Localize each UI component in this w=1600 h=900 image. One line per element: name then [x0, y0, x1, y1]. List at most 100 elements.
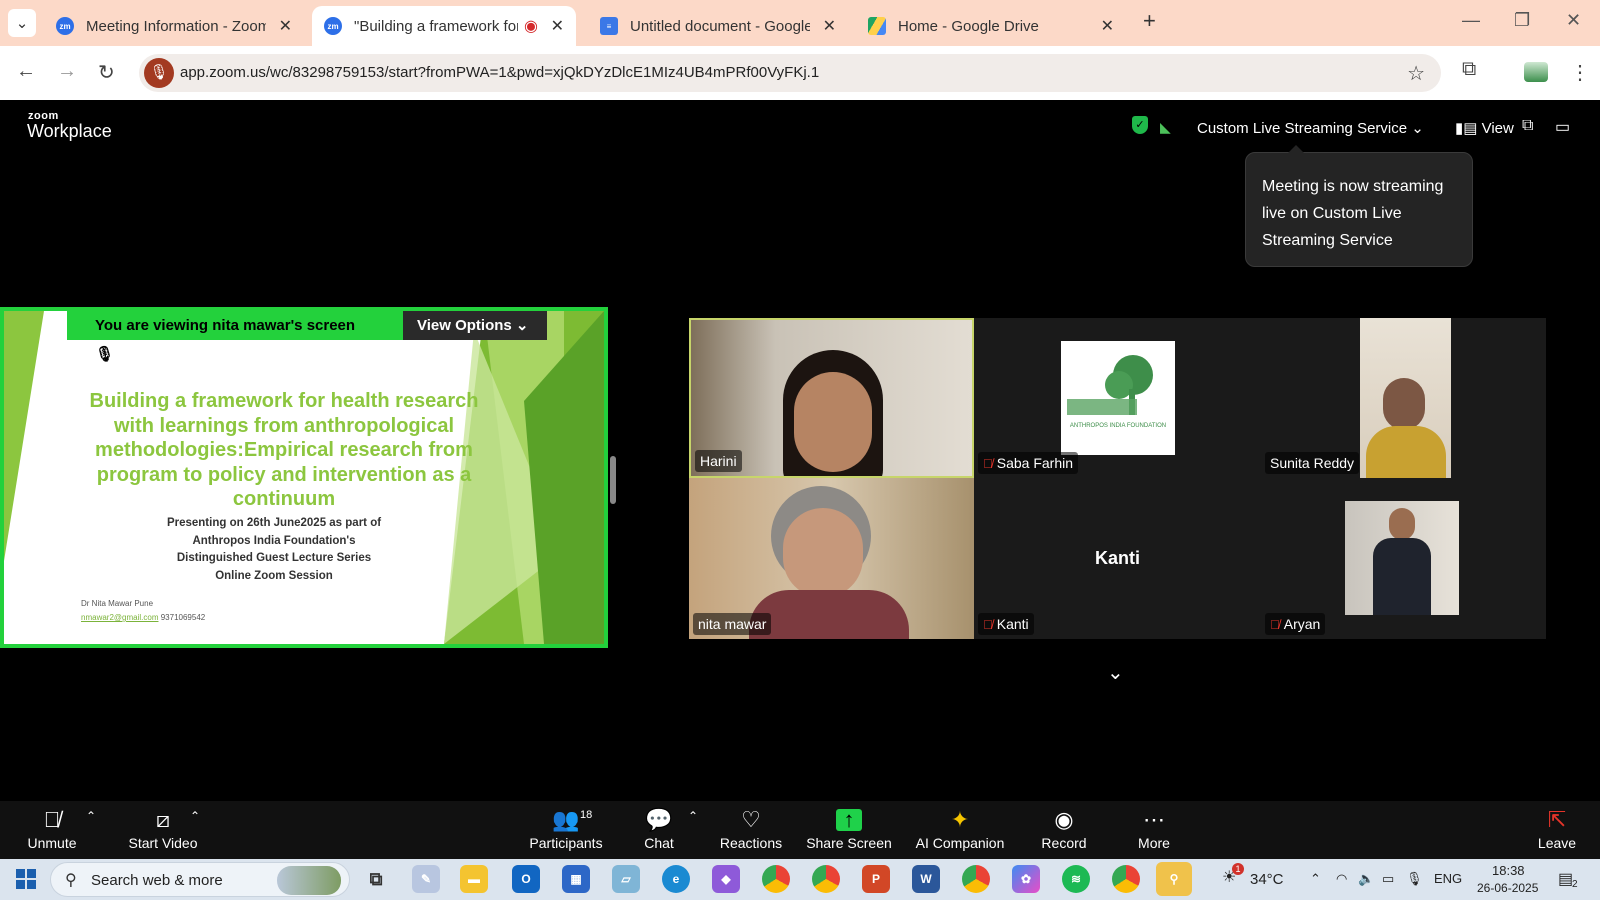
reactions-button[interactable]: ♡ Reactions — [715, 807, 787, 851]
view-button[interactable]: ▮▤ View — [1455, 119, 1514, 137]
windows-taskbar: ⚲ Search web & more ⧉ ✎ ▬ O ▦ ▱ e ◆ P W … — [0, 859, 1600, 900]
slide-sub-line: Anthropos India Foundation's — [192, 534, 356, 547]
microphone-tray-icon[interactable]: 🎙 — [1406, 871, 1423, 887]
file-explorer-icon[interactable]: ▬ — [460, 865, 488, 893]
participant-name-tag: 🎙̸ Saba Farhin — [978, 452, 1079, 474]
microphone-icon[interactable]: 🎙 — [144, 58, 174, 88]
chrome-active-icon[interactable] — [1112, 865, 1140, 893]
chat-options-caret[interactable]: ⌃ — [688, 809, 698, 823]
store-icon[interactable]: ▦ — [562, 865, 590, 893]
participant-name: Aryan — [1283, 616, 1321, 632]
chrome-icon[interactable] — [762, 865, 790, 893]
tab-search-button[interactable]: ⌄ — [8, 9, 36, 37]
heart-icon: ♡ — [741, 807, 761, 832]
copilot-icon[interactable]: ✿ — [1012, 865, 1040, 893]
participants-button[interactable]: 👥 Participants 18 — [526, 807, 606, 851]
paint-icon[interactable]: ✎ — [412, 865, 440, 893]
powerpoint-icon[interactable]: P — [862, 865, 890, 893]
clock-time[interactable]: 18:38 — [1492, 863, 1525, 878]
chrome-alt-icon[interactable] — [962, 865, 990, 893]
bookmark-star-icon[interactable]: ☆ — [1407, 61, 1425, 86]
participant-center-name: Kanti — [1095, 548, 1140, 568]
clock-date[interactable]: 26-06-2025 — [1477, 881, 1538, 895]
audio-options-caret[interactable]: ⌃ — [86, 809, 96, 823]
close-window-button[interactable]: ✕ — [1566, 10, 1581, 31]
leave-button[interactable]: ⇱ Leave — [1535, 807, 1579, 851]
chat-button[interactable]: 💬 Chat — [633, 807, 685, 851]
view-options-label: View Options — [417, 317, 512, 334]
taskbar-search[interactable]: ⚲ Search web & more — [50, 862, 350, 897]
close-icon[interactable]: ✕ — [279, 16, 292, 36]
share-screen-icon: ↑ — [806, 807, 892, 833]
video-tile-nita-mawar[interactable]: nita mawar — [689, 478, 974, 639]
participants-icon: 👥 — [552, 807, 580, 832]
zoom-favicon-icon: zm — [324, 17, 342, 35]
windows-start-icon[interactable] — [16, 869, 36, 889]
live-streaming-dropdown[interactable]: Custom Live Streaming Service ⌄ — [1197, 119, 1424, 137]
close-icon[interactable]: ✕ — [1101, 16, 1114, 36]
share-screen-label: Share Screen — [806, 835, 892, 851]
encryption-shield-icon[interactable]: ✓ — [1132, 116, 1148, 134]
minimize-button[interactable]: — — [1462, 10, 1480, 31]
tab-building-framework[interactable]: zm "Building a framework for h ◉ ✕ — [312, 6, 576, 46]
battery-icon[interactable]: ▭ — [1382, 871, 1394, 887]
record-button[interactable]: ◉ Record — [1036, 807, 1092, 851]
participant-name: nita mawar — [698, 616, 767, 632]
back-button[interactable]: ← — [16, 60, 36, 83]
video-options-caret[interactable]: ⌃ — [190, 809, 200, 823]
fullscreen-icon[interactable]: ▭ — [1555, 117, 1570, 137]
outlook-icon[interactable]: O — [512, 865, 540, 893]
video-tile-sunita-reddy[interactable]: Sunita Reddy — [1261, 318, 1546, 478]
close-icon[interactable]: ✕ — [551, 16, 564, 36]
mic-muted-icon: 🎙̸ — [983, 455, 993, 471]
reactions-label: Reactions — [719, 835, 783, 851]
wifi-icon[interactable]: ◠ — [1336, 871, 1347, 887]
notes-icon[interactable]: ▱ — [612, 865, 640, 893]
reload-button[interactable]: ↻ — [98, 60, 115, 85]
share-screen-button[interactable]: ↑ Share Screen — [806, 807, 892, 852]
spotify-icon[interactable]: ≋ — [1062, 865, 1090, 893]
tray-chevron-icon[interactable]: ⌃ — [1310, 871, 1321, 887]
pane-splitter-handle[interactable] — [610, 456, 616, 504]
view-options-button[interactable]: View Options ⌄ — [403, 311, 547, 340]
tab-meeting-information[interactable]: zm Meeting Information - Zoom ✕ — [44, 6, 304, 46]
close-icon[interactable]: ✕ — [823, 16, 836, 36]
zoom-app-icon[interactable]: ⚲ — [1156, 862, 1192, 896]
recording-icon: ◉ — [524, 18, 538, 35]
face — [1389, 508, 1415, 540]
record-label: Record — [1041, 835, 1087, 851]
address-bar[interactable]: 🎙 app.zoom.us/wc/83298759153/start?fromP… — [139, 54, 1441, 92]
ai-companion-button[interactable]: ✦ AI Companion — [912, 807, 1008, 851]
more-label: More — [1138, 835, 1170, 851]
video-tile-aryan[interactable]: 🎙̸ Aryan — [1261, 478, 1546, 639]
word-icon[interactable]: W — [912, 865, 940, 893]
more-button[interactable]: ⋯ More — [1130, 807, 1178, 851]
volume-icon[interactable]: 🔈 — [1358, 871, 1374, 887]
picture-in-picture-icon[interactable]: ⧉ — [1522, 117, 1533, 135]
tab-google-drive[interactable]: Home - Google Drive ✕ — [856, 6, 1126, 46]
copilot-365-icon[interactable]: ◆ — [712, 865, 740, 893]
tab-title: "Building a framework for h — [354, 17, 518, 35]
forward-button[interactable]: → — [57, 60, 77, 83]
meeting-toolbar: 🎙̸ Unmute ⌃ ⧄ Start Video ⌃ 👥 Participants … — [0, 801, 1600, 859]
task-view-icon[interactable]: ⧉ — [362, 865, 390, 893]
new-tab-button[interactable]: + — [1143, 8, 1156, 34]
ai-companion-label: AI Companion — [915, 835, 1005, 851]
zoom-favicon-icon: zm — [56, 17, 74, 35]
video-tile-saba-farhin[interactable]: ANTHROPOS INDIA FOUNDATION 🎙̸ Saba Farhin — [974, 318, 1261, 478]
unmute-label: Unmute — [27, 835, 77, 851]
language-indicator[interactable]: ENG — [1434, 871, 1462, 886]
unmute-button[interactable]: 🎙̸ Unmute — [22, 807, 82, 851]
notifications-icon[interactable]: ▤ — [1558, 869, 1573, 889]
edge-icon[interactable]: e — [662, 865, 690, 893]
maximize-button[interactable]: ❐ — [1514, 10, 1530, 31]
show-more-videos-button[interactable]: ⌄ — [1107, 660, 1124, 685]
chrome-profile-icon[interactable] — [812, 865, 840, 893]
browser-tab-bar: ⌄ zm Meeting Information - Zoom ✕ zm "Bu… — [0, 0, 1600, 46]
more-menu-icon[interactable]: ⋮ — [1570, 60, 1590, 85]
profile-avatar[interactable] — [1524, 62, 1548, 82]
video-tile-harini[interactable]: Harini — [689, 318, 974, 478]
tab-google-docs[interactable]: ≡ Untitled document - Google Do ✕ — [588, 6, 848, 46]
extensions-icon[interactable]: ⧉ — [1462, 58, 1476, 81]
video-tile-kanti[interactable]: Kanti 🎙̸ Kanti — [974, 478, 1261, 639]
